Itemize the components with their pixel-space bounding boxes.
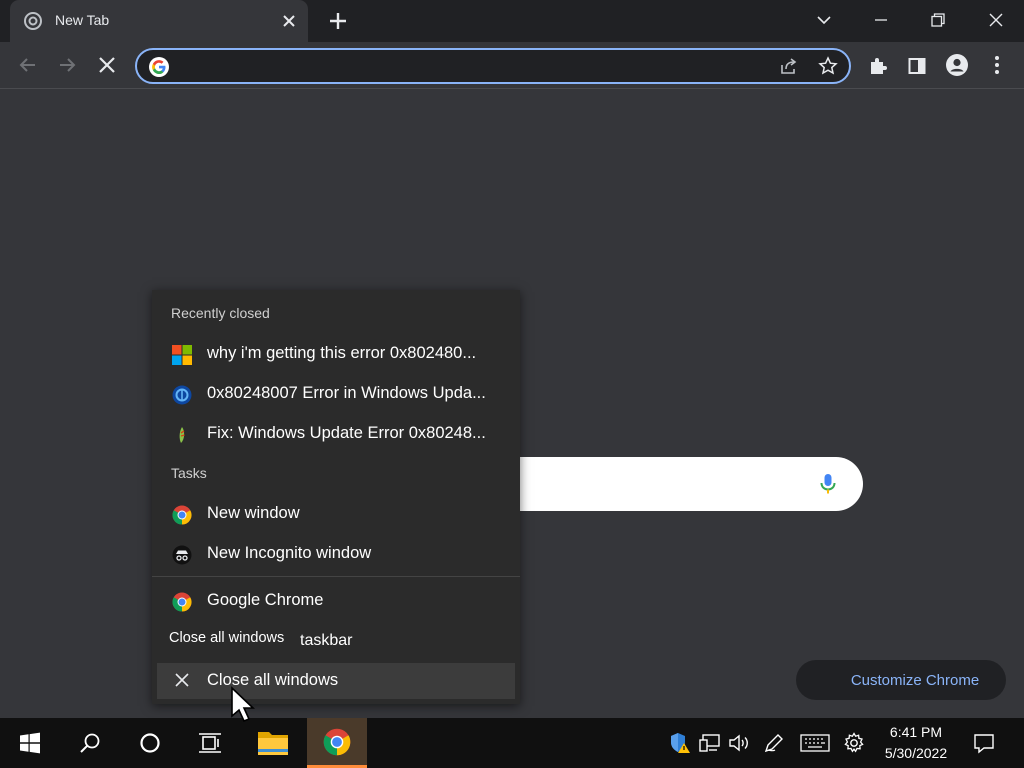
recent-item[interactable]: Fix: Windows Update Error 0x80248... [152, 414, 520, 454]
google-search-box[interactable] [480, 457, 863, 511]
clock-date: 5/30/2022 [884, 745, 948, 761]
side-panel-icon [908, 58, 926, 74]
tab-new-tab[interactable]: New Tab [10, 0, 308, 42]
taskbar-jump-list: Recently closed why i'm getting this err… [152, 290, 520, 704]
recent-item-label: Fix: Windows Update Error 0x80248... [207, 424, 486, 442]
chevron-down-icon [817, 16, 831, 25]
share-button[interactable] [777, 54, 801, 78]
task-new-window-label: New window [207, 504, 300, 522]
security-warning-tray[interactable] [668, 731, 692, 755]
tooltip-text-secondary: taskbar [300, 632, 353, 649]
microphone-icon[interactable] [816, 472, 840, 496]
tab-title: New Tab [55, 12, 110, 28]
pen-workspace-tray[interactable] [762, 731, 786, 755]
task-new-incognito-label: New Incognito window [207, 544, 372, 562]
pen-icon [764, 734, 783, 753]
browser-toolbar [0, 42, 1024, 89]
recent-item[interactable]: 0x80248007 Error in Windows Upda... [152, 374, 520, 414]
side-panel-button[interactable] [905, 54, 929, 78]
site-favicon-icon [179, 427, 185, 443]
tooltip-text: Close all windows [169, 630, 285, 646]
avatar-icon [946, 54, 968, 76]
task-new-incognito-window[interactable]: New Incognito window [152, 534, 520, 574]
restore-icon [931, 13, 945, 27]
minimize-button[interactable] [859, 0, 903, 40]
star-icon [818, 56, 838, 75]
google-icon [149, 57, 169, 77]
title-bar: New Tab [0, 0, 1024, 42]
chrome-tab-icon [24, 12, 42, 30]
windows-taskbar: 6:41 PM 5/30/2022 [0, 718, 1024, 768]
bookmark-button[interactable] [816, 54, 840, 78]
volume-tray[interactable] [727, 731, 751, 755]
network-tray[interactable] [698, 731, 722, 755]
stop-loading-button[interactable] [95, 53, 119, 77]
tab-close-icon[interactable] [280, 12, 298, 30]
incognito-icon [172, 545, 192, 565]
puzzle-icon [871, 58, 887, 74]
close-icon [989, 13, 1003, 27]
close-icon [99, 57, 115, 73]
task-view-button[interactable] [182, 718, 238, 768]
jump-list-divider [152, 576, 520, 577]
app-google-chrome-label: Google Chrome [207, 591, 324, 609]
customize-chrome-label: Customize Chrome [850, 671, 980, 689]
search-button[interactable] [62, 718, 118, 768]
search-icon [80, 733, 100, 753]
site-favicon-icon [172, 385, 192, 405]
recent-item-label: 0x80248007 Error in Windows Upda... [207, 384, 486, 402]
restore-button[interactable] [916, 0, 960, 40]
chrome-taskbar-button[interactable] [307, 718, 367, 768]
close-window-button[interactable] [974, 0, 1018, 40]
action-center-button[interactable] [972, 731, 996, 755]
chrome-icon [172, 505, 192, 525]
file-explorer-button[interactable] [245, 718, 301, 768]
menu-button[interactable] [985, 53, 1009, 77]
extensions-button[interactable] [866, 54, 890, 78]
tasks-header: Tasks [171, 465, 207, 481]
system-clock[interactable]: 6:41 PM 5/30/2022 [872, 722, 960, 764]
back-button[interactable] [16, 53, 40, 77]
more-vertical-icon [995, 56, 999, 74]
profile-button[interactable] [945, 53, 969, 77]
windows-logo-icon [20, 732, 40, 754]
address-bar[interactable] [135, 48, 851, 84]
close-icon [175, 673, 189, 687]
settings-tray[interactable] [842, 731, 866, 755]
customize-chrome-button[interactable]: Customize Chrome [796, 660, 1006, 700]
chrome-icon [323, 728, 351, 755]
network-icon [699, 734, 720, 752]
address-input[interactable] [179, 50, 759, 82]
gear-icon [844, 732, 864, 753]
clock-time: 6:41 PM [889, 724, 943, 740]
touch-keyboard-tray[interactable] [800, 731, 830, 755]
chrome-icon [172, 592, 192, 612]
close-all-windows-button[interactable]: Close all windows [157, 663, 515, 699]
tab-search-button[interactable] [802, 0, 846, 40]
task-new-window[interactable]: New window [152, 494, 520, 534]
notification-icon [974, 734, 994, 754]
arrow-left-icon [19, 58, 35, 72]
recently-closed-header: Recently closed [171, 305, 270, 321]
task-view-icon [199, 733, 221, 753]
arrow-right-icon [60, 58, 76, 72]
cortana-circle-icon [140, 733, 160, 753]
cortana-button[interactable] [122, 718, 178, 768]
microsoft-icon [172, 345, 192, 365]
recent-item[interactable]: why i'm getting this error 0x802480... [152, 334, 520, 374]
app-google-chrome[interactable]: Google Chrome [152, 581, 520, 621]
recent-item-label: why i'm getting this error 0x802480... [207, 344, 477, 362]
forward-button[interactable] [55, 53, 79, 77]
folder-icon [258, 732, 288, 755]
keyboard-icon [800, 734, 830, 752]
start-button[interactable] [2, 718, 58, 768]
minimize-icon [875, 19, 887, 21]
new-tab-button[interactable] [326, 9, 350, 33]
close-all-windows-label: Close all windows [207, 671, 339, 689]
shield-warning-icon [671, 733, 690, 753]
speaker-icon [729, 734, 748, 752]
share-icon [781, 58, 797, 74]
